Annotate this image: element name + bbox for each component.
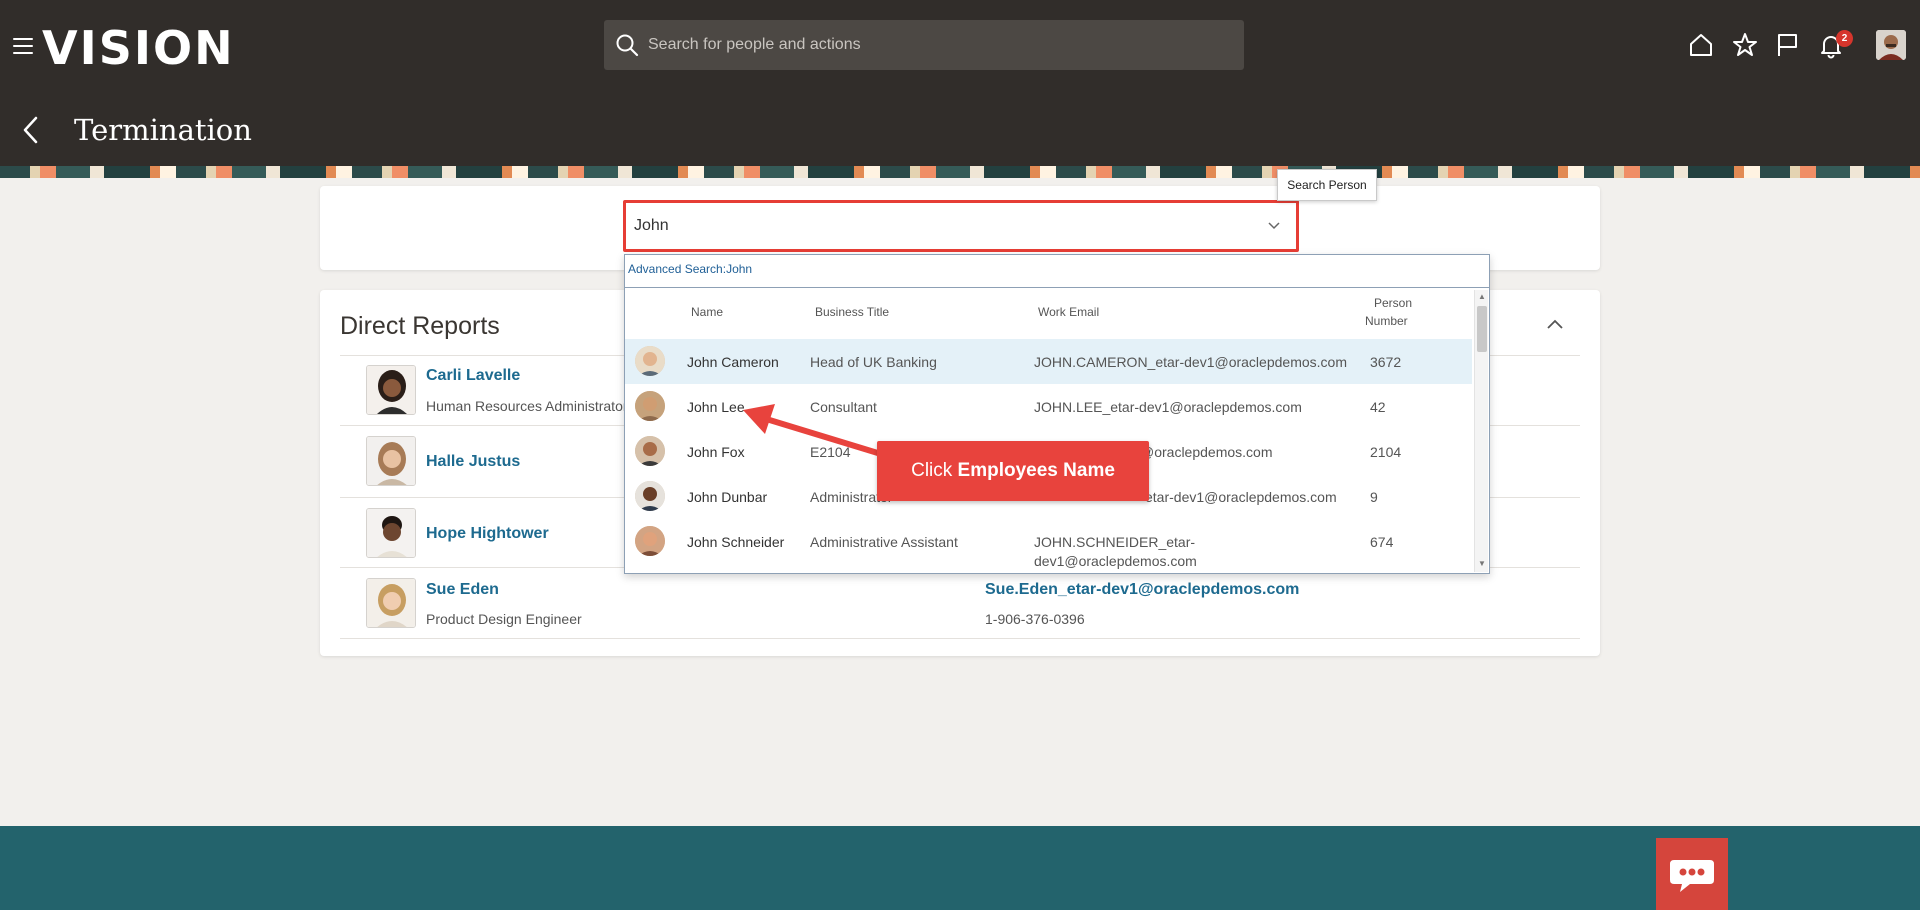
result-title: Administrative Assistant — [810, 534, 958, 550]
user-avatar[interactable] — [1876, 30, 1906, 60]
result-person-number: 42 — [1370, 399, 1386, 415]
direct-reports-title: Direct Reports — [340, 312, 500, 340]
scroll-down-icon[interactable]: ▼ — [1478, 560, 1486, 568]
menu-icon[interactable] — [13, 38, 33, 54]
search-person-tooltip: Search Person — [1277, 169, 1377, 201]
avatar — [366, 508, 416, 558]
report-photo — [367, 509, 415, 557]
result-photo — [635, 391, 665, 421]
avatar — [635, 346, 665, 376]
result-name: John Schneider — [687, 534, 785, 550]
report-email-link[interactable]: Sue.Eden_etar-dev1@oraclepdemos.com — [985, 581, 1299, 599]
report-job-title: Product Design Engineer — [426, 611, 582, 627]
result-email: JOHN.SCHNEIDER_etar- — [1034, 534, 1196, 550]
result-name: John Cameron — [687, 354, 779, 370]
avatar — [366, 365, 416, 415]
result-person-number: 2104 — [1370, 444, 1402, 460]
footer-band — [0, 826, 1920, 910]
report-job-title: Human Resources Administrator — [426, 398, 628, 414]
report-photo — [367, 579, 415, 627]
chevron-down-icon[interactable] — [1266, 217, 1282, 233]
search-person-input[interactable] — [629, 207, 1249, 245]
result-photo — [635, 436, 665, 466]
avatar — [366, 436, 416, 486]
avatar — [635, 391, 665, 421]
report-row: Sue Eden Product Design Engineer Sue.Ede… — [340, 567, 1580, 639]
result-email-continued: dev1@oraclepdemos.com — [1034, 553, 1197, 569]
search-icon — [616, 34, 639, 57]
result-title: Head of UK Banking — [810, 354, 937, 370]
callout-arrow-icon — [743, 404, 884, 457]
vision-logo[interactable]: VISION — [42, 20, 235, 76]
report-phone: 1-906-376-0396 — [985, 611, 1085, 627]
result-photo — [635, 526, 665, 556]
result-row[interactable]: John Schneider Administrative Assistant … — [625, 519, 1472, 571]
back-chevron-icon[interactable] — [18, 112, 44, 148]
global-search-input[interactable] — [644, 20, 1234, 70]
column-header-person-number: Person — [1374, 296, 1413, 310]
result-person-number: 674 — [1370, 534, 1394, 550]
result-email: JOHN.LEE_etar-dev1@oraclepdemos.com — [1034, 399, 1302, 415]
search-person-field[interactable] — [623, 200, 1299, 252]
dropdown-scrollbar[interactable]: ▲ ▼ — [1474, 290, 1488, 572]
decorative-banner — [0, 166, 1920, 178]
callout-prefix: Click — [911, 460, 953, 481]
result-person-number: 9 — [1370, 489, 1378, 505]
report-photo — [367, 366, 415, 414]
chevron-up-icon[interactable] — [1544, 314, 1566, 336]
star-icon[interactable] — [1730, 30, 1760, 60]
user-photo — [1876, 30, 1906, 60]
result-email: JOHN.CAMERON_etar-dev1@oraclepdemos.com — [1034, 354, 1347, 370]
avatar — [635, 481, 665, 511]
column-header-business-title: Business Title — [815, 305, 890, 319]
result-photo — [635, 346, 665, 376]
report-name-link[interactable]: Halle Justus — [426, 453, 520, 471]
result-person-number: 3672 — [1370, 354, 1402, 370]
avatar — [635, 436, 665, 466]
report-name-link[interactable]: Hope Hightower — [426, 525, 549, 543]
home-icon[interactable] — [1686, 30, 1716, 60]
avatar — [635, 526, 665, 556]
result-photo — [635, 481, 665, 511]
notification-badge: 2 — [1836, 30, 1853, 47]
advanced-search-link[interactable]: Advanced Search:John — [628, 262, 752, 276]
report-name-link[interactable]: Carli Lavelle — [426, 367, 520, 385]
report-photo — [367, 437, 415, 485]
chat-bubble-icon — [1670, 860, 1714, 892]
column-header-person-number: Number — [1365, 314, 1408, 328]
column-header-name: Name — [691, 305, 724, 319]
global-search[interactable] — [604, 20, 1244, 70]
scrollbar-thumb[interactable] — [1477, 306, 1487, 352]
result-name: John Dunbar — [687, 489, 768, 505]
instruction-callout: Click Employees Name — [877, 441, 1149, 501]
result-email: etar-dev1@oraclepdemos.com — [1145, 489, 1337, 505]
page-title-bar — [0, 96, 1920, 166]
result-email: @oraclepdemos.com — [1140, 444, 1273, 460]
avatar — [366, 578, 416, 628]
callout-emphasis: Employees Name — [957, 460, 1115, 481]
page-title: Termination — [74, 113, 252, 147]
scroll-up-icon[interactable]: ▲ — [1478, 293, 1486, 301]
result-row[interactable]: John Cameron Head of UK Banking JOHN.CAM… — [625, 339, 1472, 384]
chat-button[interactable] — [1656, 838, 1728, 910]
column-header-work-email: Work Email — [1038, 305, 1100, 319]
report-name-link[interactable]: Sue Eden — [426, 581, 499, 599]
flag-icon[interactable] — [1772, 30, 1802, 60]
dropdown-divider — [625, 287, 1489, 288]
